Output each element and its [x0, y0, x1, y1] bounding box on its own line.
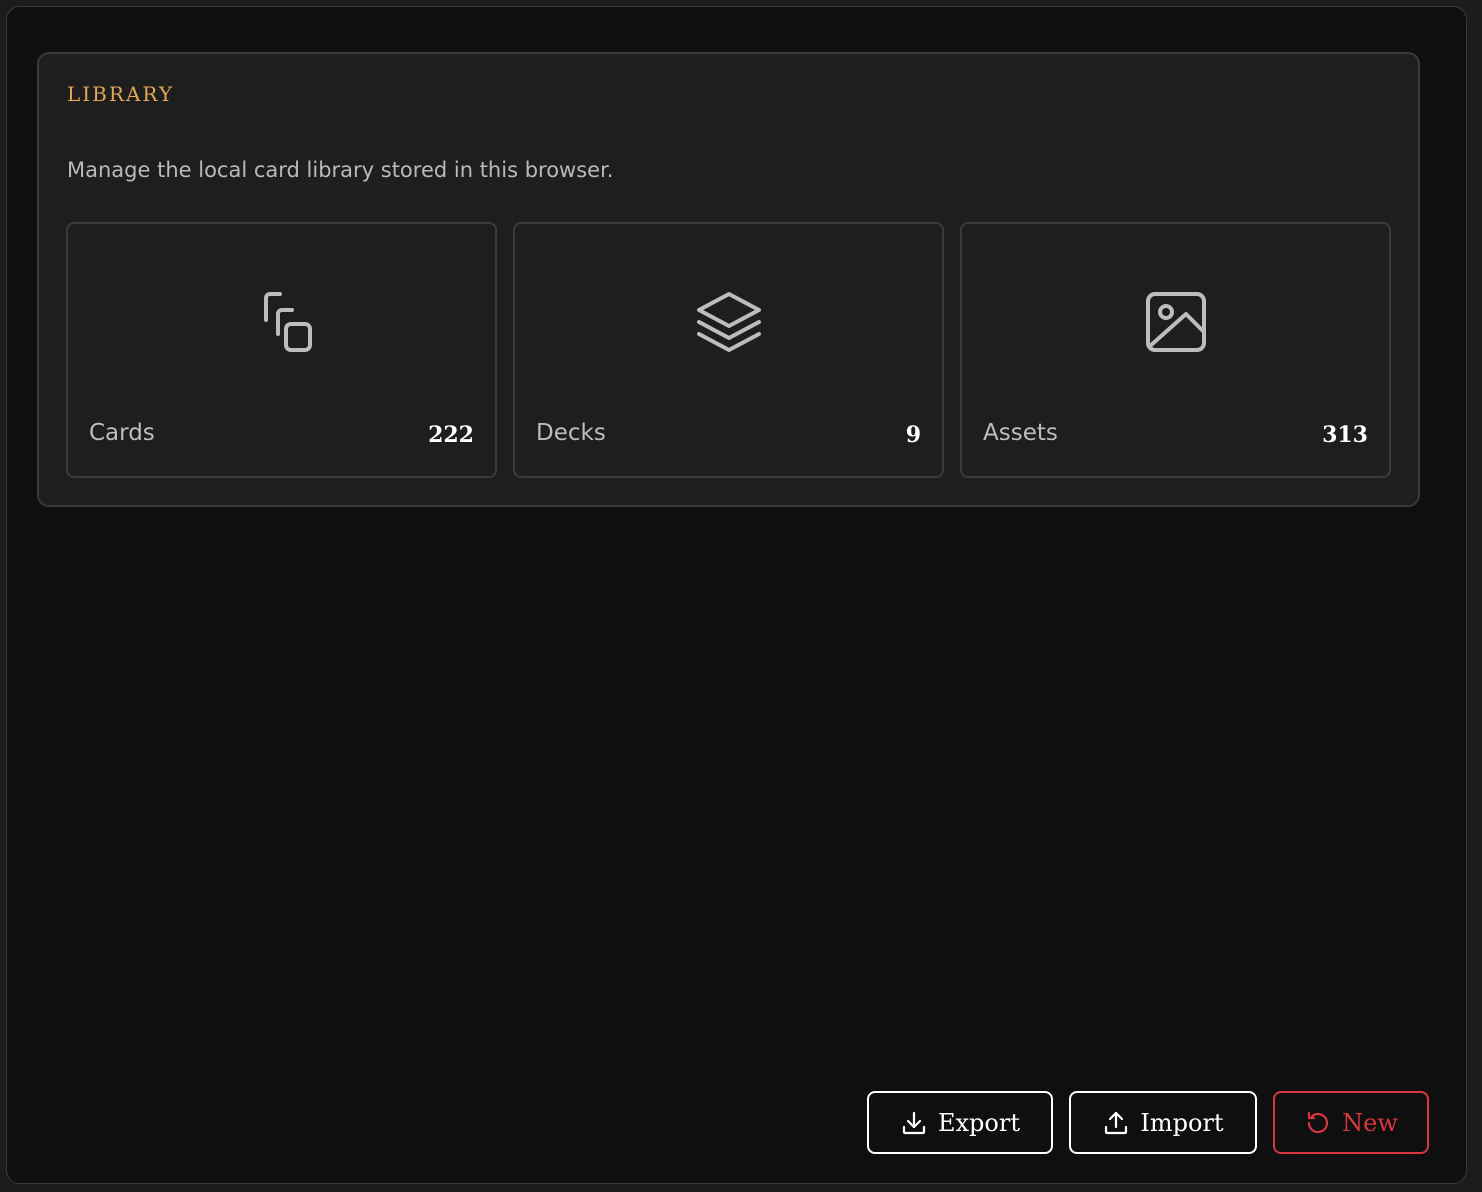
- upload-icon: [1102, 1109, 1130, 1137]
- cards-icon: [246, 286, 318, 358]
- reset-icon: [1304, 1109, 1332, 1137]
- tile-cards[interactable]: Cards 222: [66, 222, 497, 478]
- tile-label: Assets: [983, 420, 1058, 446]
- tile-label: Cards: [89, 420, 155, 446]
- library-stats: Cards 222 Decks 9 Assets 313: [66, 222, 1393, 478]
- tile-assets[interactable]: Assets 313: [960, 222, 1391, 478]
- download-icon: [900, 1109, 928, 1137]
- new-label: New: [1342, 1108, 1398, 1137]
- import-label: Import: [1140, 1108, 1224, 1137]
- export-button[interactable]: Export: [867, 1091, 1053, 1154]
- app-window: LIBRARY Manage the local card library st…: [6, 6, 1467, 1184]
- tile-count: 9: [905, 422, 921, 448]
- tile-label: Decks: [536, 420, 606, 446]
- export-label: Export: [938, 1108, 1020, 1137]
- import-button[interactable]: Import: [1069, 1091, 1257, 1154]
- section-title: LIBRARY: [67, 82, 175, 106]
- library-panel: LIBRARY Manage the local card library st…: [37, 52, 1420, 507]
- new-button[interactable]: New: [1273, 1091, 1429, 1154]
- tile-count: 313: [1322, 422, 1368, 448]
- tile-decks[interactable]: Decks 9: [513, 222, 944, 478]
- tile-count: 222: [428, 422, 474, 448]
- section-description: Manage the local card library stored in …: [67, 158, 614, 182]
- layers-icon: [693, 286, 765, 358]
- image-icon: [1140, 286, 1212, 358]
